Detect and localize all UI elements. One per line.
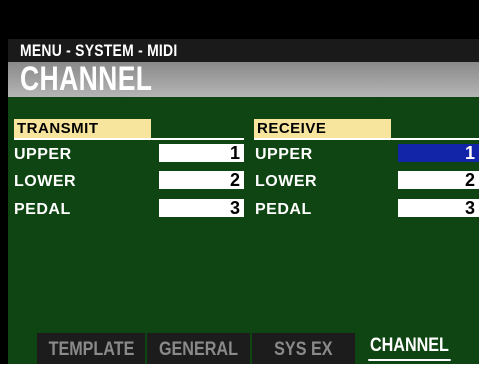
display-screen: MENU - SYSTEM - MIDI CHANNEL TRANSMIT UP… [0, 0, 479, 364]
tab-sys-ex-label: SYS EX [274, 339, 333, 360]
tab-channel[interactable]: CHANNEL [357, 333, 461, 364]
tab-general-label: GENERAL [159, 339, 238, 360]
receive-pedal-label: PEDAL [255, 201, 312, 218]
receive-upper-channel-field[interactable]: 1 [398, 144, 479, 162]
tab-channel-label: CHANNEL [367, 333, 451, 361]
receive-lower-channel-field[interactable]: 2 [398, 171, 479, 189]
transmit-upper-channel-field[interactable]: 1 [159, 144, 244, 162]
transmit-pedal-label: PEDAL [14, 201, 71, 218]
transmit-lower-channel-field[interactable]: 2 [159, 171, 244, 189]
menu-path: MENU - SYSTEM - MIDI [20, 41, 178, 60]
receive-divider [254, 138, 479, 140]
page-header: MENU - SYSTEM - MIDI CHANNEL [8, 8, 479, 97]
receive-upper-label: UPPER [255, 146, 313, 163]
transmit-lower-label: LOWER [14, 173, 77, 190]
tab-bar: TEMPLATE GENERAL SYS EX CHANNEL [8, 333, 479, 364]
channel-panel: TRANSMIT UPPER 1 LOWER 2 PEDAL 3 RECEIVE… [8, 97, 479, 333]
receive-pedal-channel-field[interactable]: 3 [398, 199, 479, 217]
tab-general[interactable]: GENERAL [147, 333, 250, 364]
transmit-divider [14, 138, 244, 140]
receive-heading: RECEIVE [254, 119, 391, 138]
receive-lower-label: LOWER [255, 173, 318, 190]
tab-template-label: TEMPLATE [48, 339, 134, 360]
transmit-upper-label: UPPER [14, 146, 72, 163]
transmit-heading: TRANSMIT [14, 119, 151, 138]
page-title: CHANNEL [20, 60, 153, 98]
tab-template[interactable]: TEMPLATE [37, 333, 145, 364]
tab-sys-ex[interactable]: SYS EX [252, 333, 355, 364]
transmit-pedal-channel-field[interactable]: 3 [159, 199, 244, 217]
